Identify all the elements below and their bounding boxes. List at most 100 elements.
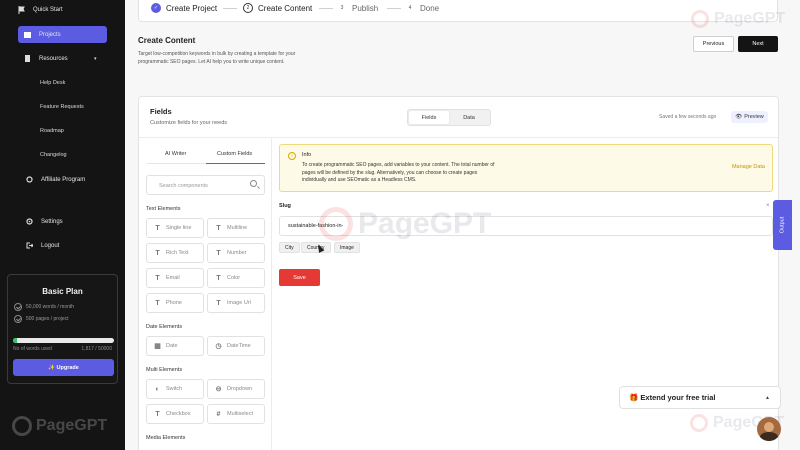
plan-feature: 50,000 words / month [14, 303, 74, 311]
toggle-data[interactable]: Data [449, 111, 489, 124]
calendar-icon: ▦ [154, 343, 161, 350]
dropdown-icon: ⊖ [215, 386, 222, 393]
component-switch[interactable]: ◐ Switch [146, 379, 204, 399]
sidebar-item-label: Logout [41, 242, 60, 249]
sidebar-item-roadmap[interactable]: Roadmap [40, 128, 64, 134]
component-color[interactable]: T Color [207, 268, 265, 288]
close-icon[interactable]: × [766, 203, 770, 209]
watermark-text: PageGPT [358, 207, 492, 240]
variable-chip-city[interactable]: City [279, 242, 300, 253]
text-icon: T [155, 274, 160, 282]
step-label: Create Content [258, 3, 313, 13]
check-circle-icon [14, 315, 22, 323]
component-dropdown[interactable]: ⊖ Dropdown [207, 379, 265, 399]
step-create-content[interactable]: 2 Create Content [243, 3, 312, 13]
previous-button[interactable]: Previous [693, 36, 734, 52]
component-label: Single line [166, 225, 192, 231]
watermark-text: PageGPT [714, 10, 786, 27]
component-label: Phone [166, 300, 182, 306]
component-image-url[interactable]: T Image Url [207, 293, 265, 313]
toggle-fields[interactable]: Fields [409, 111, 449, 124]
step-create-project[interactable]: ✓ Create Project [151, 3, 217, 13]
info-text: To create programmatic SEO pages, add va… [302, 162, 495, 183]
avatar[interactable] [757, 417, 781, 441]
words-progress-bar [13, 338, 114, 343]
step-label: Create Project [166, 3, 218, 13]
sidebar-item-affiliate[interactable]: Affiliate Program [26, 176, 85, 183]
component-email[interactable]: T Email [146, 268, 204, 288]
upgrade-button[interactable]: ✨ Upgrade [13, 359, 114, 376]
hash-icon: # [216, 410, 221, 418]
step-done[interactable]: 4 Done [405, 3, 440, 13]
next-button[interactable]: Next [738, 36, 778, 52]
words-progress-fill [13, 338, 17, 343]
output-tab[interactable]: Output [773, 200, 792, 250]
text-icon: T [216, 224, 221, 232]
component-phone[interactable]: T Phone [146, 293, 204, 313]
clock-icon: ◷ [215, 343, 222, 350]
book-icon [24, 55, 31, 62]
page-title: Create Content [138, 36, 196, 45]
search-input[interactable]: Search components [146, 175, 265, 195]
sidebar-item-help-desk[interactable]: Help Desk [40, 80, 65, 86]
gear-icon [26, 176, 33, 183]
text-icon: T [216, 249, 221, 257]
sidebar-item-quick-start[interactable]: Quick Start [18, 6, 63, 14]
component-number[interactable]: T Number [207, 243, 265, 263]
words-used-label: No of words used [13, 346, 52, 352]
saved-status: Saved a few seconds ago [659, 114, 717, 120]
component-label: Date [166, 343, 178, 349]
sidebar-item-changelog[interactable]: Changelog [40, 152, 67, 158]
text-icon: T [216, 274, 221, 282]
plan-feature-text: 500 pages / project [26, 316, 69, 322]
save-button[interactable]: Save [279, 269, 320, 286]
component-rich-text[interactable]: T Rich Text [146, 243, 204, 263]
step-number: 4 [408, 5, 412, 11]
component-multiline[interactable]: T Multiline [207, 218, 265, 238]
tab-ai-writer[interactable]: AI Writer [165, 151, 186, 157]
step-check-icon: ✓ [151, 3, 161, 13]
folder-icon [24, 31, 31, 38]
variable-chip-image[interactable]: Image [334, 242, 360, 253]
component-label: Dropdown [227, 386, 253, 392]
component-label: Checkbox [166, 411, 191, 417]
preview-label: Preview [744, 114, 764, 120]
manage-data-link[interactable]: Manage Data [732, 164, 765, 170]
card-title: Fields [150, 107, 172, 116]
divider [271, 138, 272, 450]
section-multi-elements: Multi Elements [146, 367, 183, 373]
component-date[interactable]: ▦ Date [146, 336, 204, 356]
component-multiselect[interactable]: # Multiselect [207, 404, 265, 424]
sidebar-item-label: Settings [41, 218, 63, 225]
sidebar-item-logout[interactable]: Logout [26, 242, 59, 249]
sidebar-item-feature-requests[interactable]: Feature Requests [40, 104, 84, 110]
extend-trial-banner[interactable]: 🎁 Extend your free trial ▲ [619, 386, 781, 409]
output-tab-label: Output [779, 216, 786, 234]
step-publish[interactable]: 3 Publish [337, 3, 379, 13]
sidebar-item-resources[interactable]: Resources [24, 55, 68, 62]
sidebar-item-settings[interactable]: Settings [26, 218, 63, 225]
text-icon: T [155, 224, 160, 232]
chevron-down-icon[interactable]: ▾ [94, 56, 97, 62]
sidebar: Quick Start Projects Resources ▾ Help De… [0, 0, 125, 450]
watermark-logo: PageGPT [691, 10, 785, 28]
step-number: 2 [243, 3, 253, 13]
section-media-elements: Media Elements [146, 435, 186, 441]
tab-custom-fields[interactable]: Custom Fields [217, 151, 252, 157]
sidebar-item-label: Affiliate Program [41, 176, 86, 183]
toggle-icon: ◐ [155, 385, 160, 393]
check-circle-icon [14, 303, 22, 311]
preview-button[interactable]: 👁 Preview [731, 111, 768, 123]
component-label: Multiline [227, 225, 248, 231]
watermark-icon [690, 414, 708, 432]
chevron-up-icon[interactable]: ▲ [765, 395, 770, 401]
component-single-line[interactable]: T Single line [146, 218, 204, 238]
component-checkbox[interactable]: T Checkbox [146, 404, 204, 424]
component-datetime[interactable]: ◷ DateTime [207, 336, 265, 356]
flag-icon [18, 6, 25, 14]
watermark-text: PageGPT [36, 417, 108, 434]
trial-label: 🎁 Extend your free trial [629, 393, 716, 402]
plan-feature-text: 50,000 words / month [26, 304, 75, 310]
slug-label: Slug [279, 203, 291, 209]
sidebar-item-projects[interactable]: Projects [24, 31, 61, 38]
